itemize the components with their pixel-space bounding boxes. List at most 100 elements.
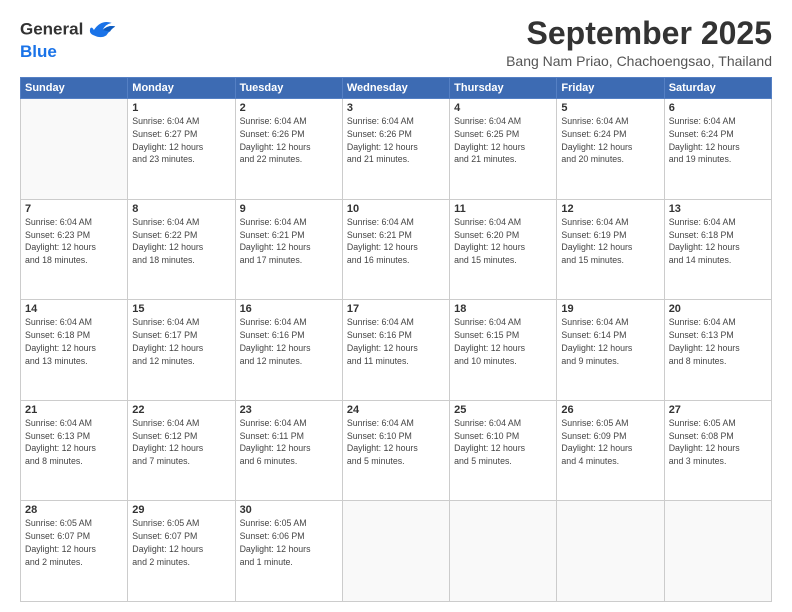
daylight-hours: Daylight: 12 hours [561,343,632,353]
sunset: Sunset: 6:10 PM [347,431,412,441]
daylight-minutes: and 19 minutes. [669,154,732,164]
daylight-minutes: and 14 minutes. [669,255,732,265]
daylight-hours: Daylight: 12 hours [669,343,740,353]
day-header-tuesday: Tuesday [235,78,342,99]
day-info: Sunrise: 6:04 AMSunset: 6:26 PMDaylight:… [240,115,338,166]
day-header-saturday: Saturday [664,78,771,99]
day-number: 28 [25,504,123,516]
calendar-header-row: SundayMondayTuesdayWednesdayThursdayFrid… [21,78,772,99]
calendar-cell: 1Sunrise: 6:04 AMSunset: 6:27 PMDaylight… [128,99,235,200]
daylight-minutes: and 12 minutes. [132,356,195,366]
daylight-minutes: and 4 minutes. [561,456,619,466]
sunrise: Sunrise: 6:04 AM [669,217,736,227]
day-info: Sunrise: 6:04 AMSunset: 6:17 PMDaylight:… [132,316,230,367]
calendar-body: 1 Sunrise: 6:04 AM Sunset: 6:27 PM Daylight… [21,99,772,602]
daylight-hours: Daylight: 12 hours [240,443,311,453]
calendar-cell: 3Sunrise: 6:04 AMSunset: 6:26 PMDaylight… [342,99,449,200]
logo-bird-icon [85,16,117,44]
day-number: 9 [240,203,338,215]
day-number: 1 [132,102,230,114]
calendar-cell: 16Sunrise: 6:04 AMSunset: 6:16 PMDayligh… [235,300,342,401]
sunrise: Sunrise: 6:04 AM [454,217,521,227]
sunset: Sunset: 6:27 PM [132,129,197,139]
calendar-cell: 18Sunrise: 6:04 AMSunset: 6:15 PMDayligh… [450,300,557,401]
sunset: Sunset: 6:19 PM [561,230,626,240]
day-info: Sunrise: 6:04 AMSunset: 6:23 PMDaylight:… [25,216,123,267]
sunrise: Sunrise: 6:05 AM [561,418,628,428]
day-number: 3 [347,102,445,114]
day-info: Sunrise: 6:04 AMSunset: 6:18 PMDaylight:… [25,316,123,367]
day-number: 8 [132,203,230,215]
day-number: 7 [25,203,123,215]
sunrise: Sunrise: 6:04 AM [25,418,92,428]
day-info: Sunrise: 6:04 AMSunset: 6:16 PMDaylight:… [347,316,445,367]
daylight-minutes: and 8 minutes. [669,356,727,366]
calendar-cell: 13Sunrise: 6:04 AMSunset: 6:18 PMDayligh… [664,199,771,300]
daylight-minutes: and 6 minutes. [240,456,298,466]
daylight-minutes: and 23 minutes. [132,154,195,164]
daylight-hours: Daylight: 12 hours [669,142,740,152]
daylight-minutes: and 2 minutes. [25,557,83,567]
day-number: 5 [561,102,659,114]
day-number: 15 [132,303,230,315]
day-number: 25 [454,404,552,416]
sunrise: Sunrise: 6:05 AM [240,518,307,528]
sunset: Sunset: 6:25 PM [454,129,519,139]
day-info: Sunrise: 6:05 AMSunset: 6:07 PMDaylight:… [132,517,230,568]
week-row-3: 14Sunrise: 6:04 AMSunset: 6:18 PMDayligh… [21,300,772,401]
sunrise: Sunrise: 6:04 AM [132,317,199,327]
day-number: 6 [669,102,767,114]
sunrise: Sunrise: 6:05 AM [25,518,92,528]
sunset: Sunset: 6:07 PM [25,531,90,541]
day-info: Sunrise: 6:04 AMSunset: 6:24 PMDaylight:… [561,115,659,166]
sunrise: Sunrise: 6:04 AM [347,217,414,227]
sunset: Sunset: 6:13 PM [25,431,90,441]
day-number: 21 [25,404,123,416]
calendar-cell: 29Sunrise: 6:05 AMSunset: 6:07 PMDayligh… [128,501,235,602]
sunrise: Sunrise: 6:05 AM [669,418,736,428]
calendar-cell [557,501,664,602]
day-info: Sunrise: 6:05 AMSunset: 6:09 PMDaylight:… [561,417,659,468]
calendar-cell: 6Sunrise: 6:04 AMSunset: 6:24 PMDaylight… [664,99,771,200]
daylight-hours: Daylight: 12 hours [454,142,525,152]
day-header-sunday: Sunday [21,78,128,99]
calendar-cell: 23Sunrise: 6:04 AMSunset: 6:11 PMDayligh… [235,400,342,501]
daylight-minutes: and 12 minutes. [240,356,303,366]
logo: General Blue [20,16,117,62]
daylight-minutes: and 20 minutes. [561,154,624,164]
day-number: 27 [669,404,767,416]
day-info: Sunrise: 6:04 AM Sunset: 6:15 PM Daylight:… [454,316,552,367]
sunset: Sunset: 6:09 PM [561,431,626,441]
sunset: Sunset: 6:15 PM [454,330,519,340]
logo-text: General [20,16,117,44]
daylight-minutes: and 13 minutes. [25,356,88,366]
daylight-hours: Daylight: 12 hours [454,343,525,353]
sunset: Sunset: 6:14 PM [561,330,626,340]
day-number: 26 [561,404,659,416]
day-number: 29 [132,504,230,516]
sunset: Sunset: 6:07 PM [132,531,197,541]
sunrise: Sunrise: 6:04 AM [454,317,521,327]
calendar-cell: 28Sunrise: 6:05 AMSunset: 6:07 PMDayligh… [21,501,128,602]
sunrise: Sunrise: 6:04 AM [240,217,307,227]
sunset: Sunset: 6:16 PM [240,330,305,340]
calendar-cell [21,99,128,200]
day-info: Sunrise: 6:04 AMSunset: 6:13 PMDaylight:… [25,417,123,468]
day-info: Sunrise: 6:04 AMSunset: 6:10 PMDaylight:… [454,417,552,468]
daylight-hours: Daylight: 12 hours [132,343,203,353]
daylight-minutes: and 16 minutes. [347,255,410,265]
sunset: Sunset: 6:10 PM [454,431,519,441]
week-row-5: 28 Sunrise: 6:05 AMSunset: 6:07 PMDayligh… [21,501,772,602]
sunrise: Sunrise: 6:04 AM [561,217,628,227]
week-row-4: 21 Sunrise: 6:04 AM Sunset: 6:13 PM Dayligh… [21,400,772,501]
day-info: Sunrise: 6:05 AMSunset: 6:06 PMDaylight:… [240,517,338,568]
daylight-minutes: and 22 minutes. [240,154,303,164]
sunset: Sunset: 6:24 PM [561,129,626,139]
daylight-hours: Daylight: 12 hours [454,443,525,453]
day-info: Sunrise: 6:04 AMSunset: 6:11 PMDaylight:… [240,417,338,468]
sunrise: Sunrise: 6:04 AM [25,217,92,227]
day-info: Sunrise: 6:04 AMSunset: 6:12 PMDaylight:… [132,417,230,468]
sunrise: Sunrise: 6:04 AM [561,317,628,327]
calendar-cell: 20Sunrise: 6:04 AMSunset: 6:13 PMDayligh… [664,300,771,401]
sunset: Sunset: 6:13 PM [669,330,734,340]
